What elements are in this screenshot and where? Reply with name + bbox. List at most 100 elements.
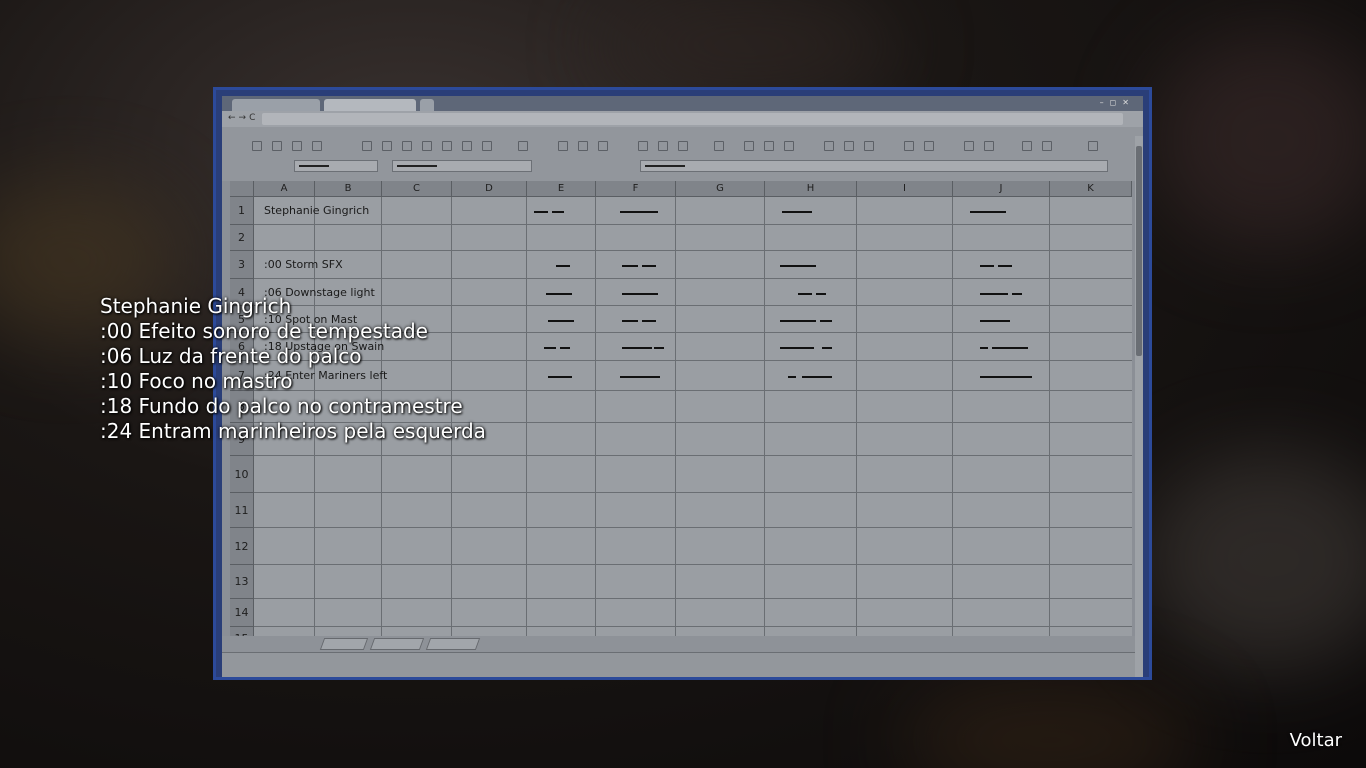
toolbar-icon <box>638 141 648 151</box>
scribble-mark <box>548 376 572 378</box>
scribble-mark <box>622 265 638 267</box>
row-header: 15 <box>230 627 254 636</box>
new-tab-button <box>420 99 434 111</box>
toolbar-icon <box>292 141 302 151</box>
scribble-mark <box>980 319 1010 322</box>
row-header: 1 <box>230 197 254 225</box>
toolbar-icon <box>598 141 608 151</box>
scribble-mark <box>534 211 548 213</box>
scribble-mark <box>980 347 988 349</box>
scribble-mark <box>622 292 658 295</box>
scribble-mark <box>992 347 1028 349</box>
subtitle-line: Stephanie Gingrich <box>100 294 292 318</box>
font-select <box>294 160 378 172</box>
toolbar-icon <box>402 141 412 151</box>
background-blur <box>900 680 1200 768</box>
column-header: F <box>596 181 676 197</box>
toolbar-icon <box>844 141 854 151</box>
scribble-mark <box>620 211 658 213</box>
toolbar-icon <box>714 141 724 151</box>
nav-buttons: ←→C <box>228 113 259 123</box>
toolbar-icon <box>824 141 834 151</box>
row-header: 10 <box>230 456 254 493</box>
toolbar-icon <box>784 141 794 151</box>
scribble-mark <box>980 292 1008 295</box>
scribble-mark <box>552 211 564 213</box>
subtitle-line: :00 Efeito sonoro de tempestade <box>100 319 428 343</box>
grid-col-line <box>856 197 857 636</box>
address-bar: ←→C <box>222 111 1143 127</box>
cell-text: :00 Storm SFX <box>264 258 343 271</box>
toolbar-icon <box>1088 141 1098 151</box>
scribble-mark <box>802 376 832 378</box>
toolbar-icon <box>744 141 754 151</box>
url-field <box>262 113 1123 125</box>
column-header: I <box>857 181 953 197</box>
subtitle-line: :06 Luz da frente do palco <box>100 344 362 368</box>
scribble-mark <box>546 292 572 295</box>
scribble-mark <box>654 347 664 349</box>
scribble-mark <box>780 319 816 322</box>
scribble-mark <box>620 376 660 378</box>
grid-row-line <box>254 564 1132 565</box>
browser-tab-active <box>324 99 416 111</box>
scribble-mark <box>780 265 816 267</box>
toolbar-icon <box>518 141 528 151</box>
row-header: 14 <box>230 599 254 627</box>
toolbar-icon <box>924 141 934 151</box>
scribble-mark <box>642 265 656 267</box>
toolbar-icon <box>864 141 874 151</box>
background-blur <box>1150 30 1366 250</box>
scribble-mark <box>798 211 810 213</box>
scribble-mark <box>560 347 570 349</box>
grid-row-line <box>254 492 1132 493</box>
grid-row-line <box>254 278 1132 279</box>
subtitles-overlay: Stephanie Gingrich :00 Efeito sonoro de … <box>100 294 486 444</box>
toolbar-icon <box>764 141 774 151</box>
toolbar-icon <box>1042 141 1052 151</box>
toolbar-icon <box>658 141 668 151</box>
spreadsheet-toolbar <box>222 127 1143 181</box>
toolbar-icon <box>482 141 492 151</box>
scribble-mark <box>998 265 1012 267</box>
scribble-mark <box>556 265 570 267</box>
toolbar-icon <box>362 141 372 151</box>
scribble-mark <box>622 347 652 349</box>
subtitle-line: :10 Foco no mastro <box>100 369 293 393</box>
vertical-scrollbar <box>1135 136 1143 677</box>
column-header: J <box>953 181 1050 197</box>
toolbar-icon <box>422 141 432 151</box>
toolbar-icon <box>312 141 322 151</box>
scribble-mark <box>780 347 814 349</box>
grid-col-line <box>764 197 765 636</box>
cell-text: Stephanie Gingrich <box>264 204 370 217</box>
row-header: 3 <box>230 251 254 279</box>
scribble-mark <box>642 319 656 322</box>
column-header: B <box>315 181 382 197</box>
grid-row-line <box>254 527 1132 528</box>
status-bar <box>222 652 1143 677</box>
sheet-tab <box>369 638 425 650</box>
row-header: 13 <box>230 565 254 599</box>
scribble-mark <box>1012 292 1022 295</box>
grid-row-line <box>254 455 1132 456</box>
scribble-mark <box>980 376 1032 378</box>
toolbar-icon <box>1022 141 1032 151</box>
grid-corner <box>230 181 254 197</box>
toolbar-icon <box>984 141 994 151</box>
row-header: 12 <box>230 528 254 565</box>
row-header: 2 <box>230 225 254 251</box>
column-header: A <box>254 181 315 197</box>
scribble-mark <box>622 319 638 322</box>
scribble-mark <box>994 211 1006 213</box>
row-header: 11 <box>230 493 254 528</box>
column-header: H <box>765 181 857 197</box>
scribble-mark <box>548 319 574 322</box>
toolbar-icon <box>272 141 282 151</box>
back-button[interactable]: Voltar <box>1290 730 1342 751</box>
scribble-mark <box>816 292 826 295</box>
toolbar-icon <box>558 141 568 151</box>
toolbar-icon <box>462 141 472 151</box>
grid-row-line <box>254 626 1132 627</box>
scribble-mark <box>544 347 556 349</box>
